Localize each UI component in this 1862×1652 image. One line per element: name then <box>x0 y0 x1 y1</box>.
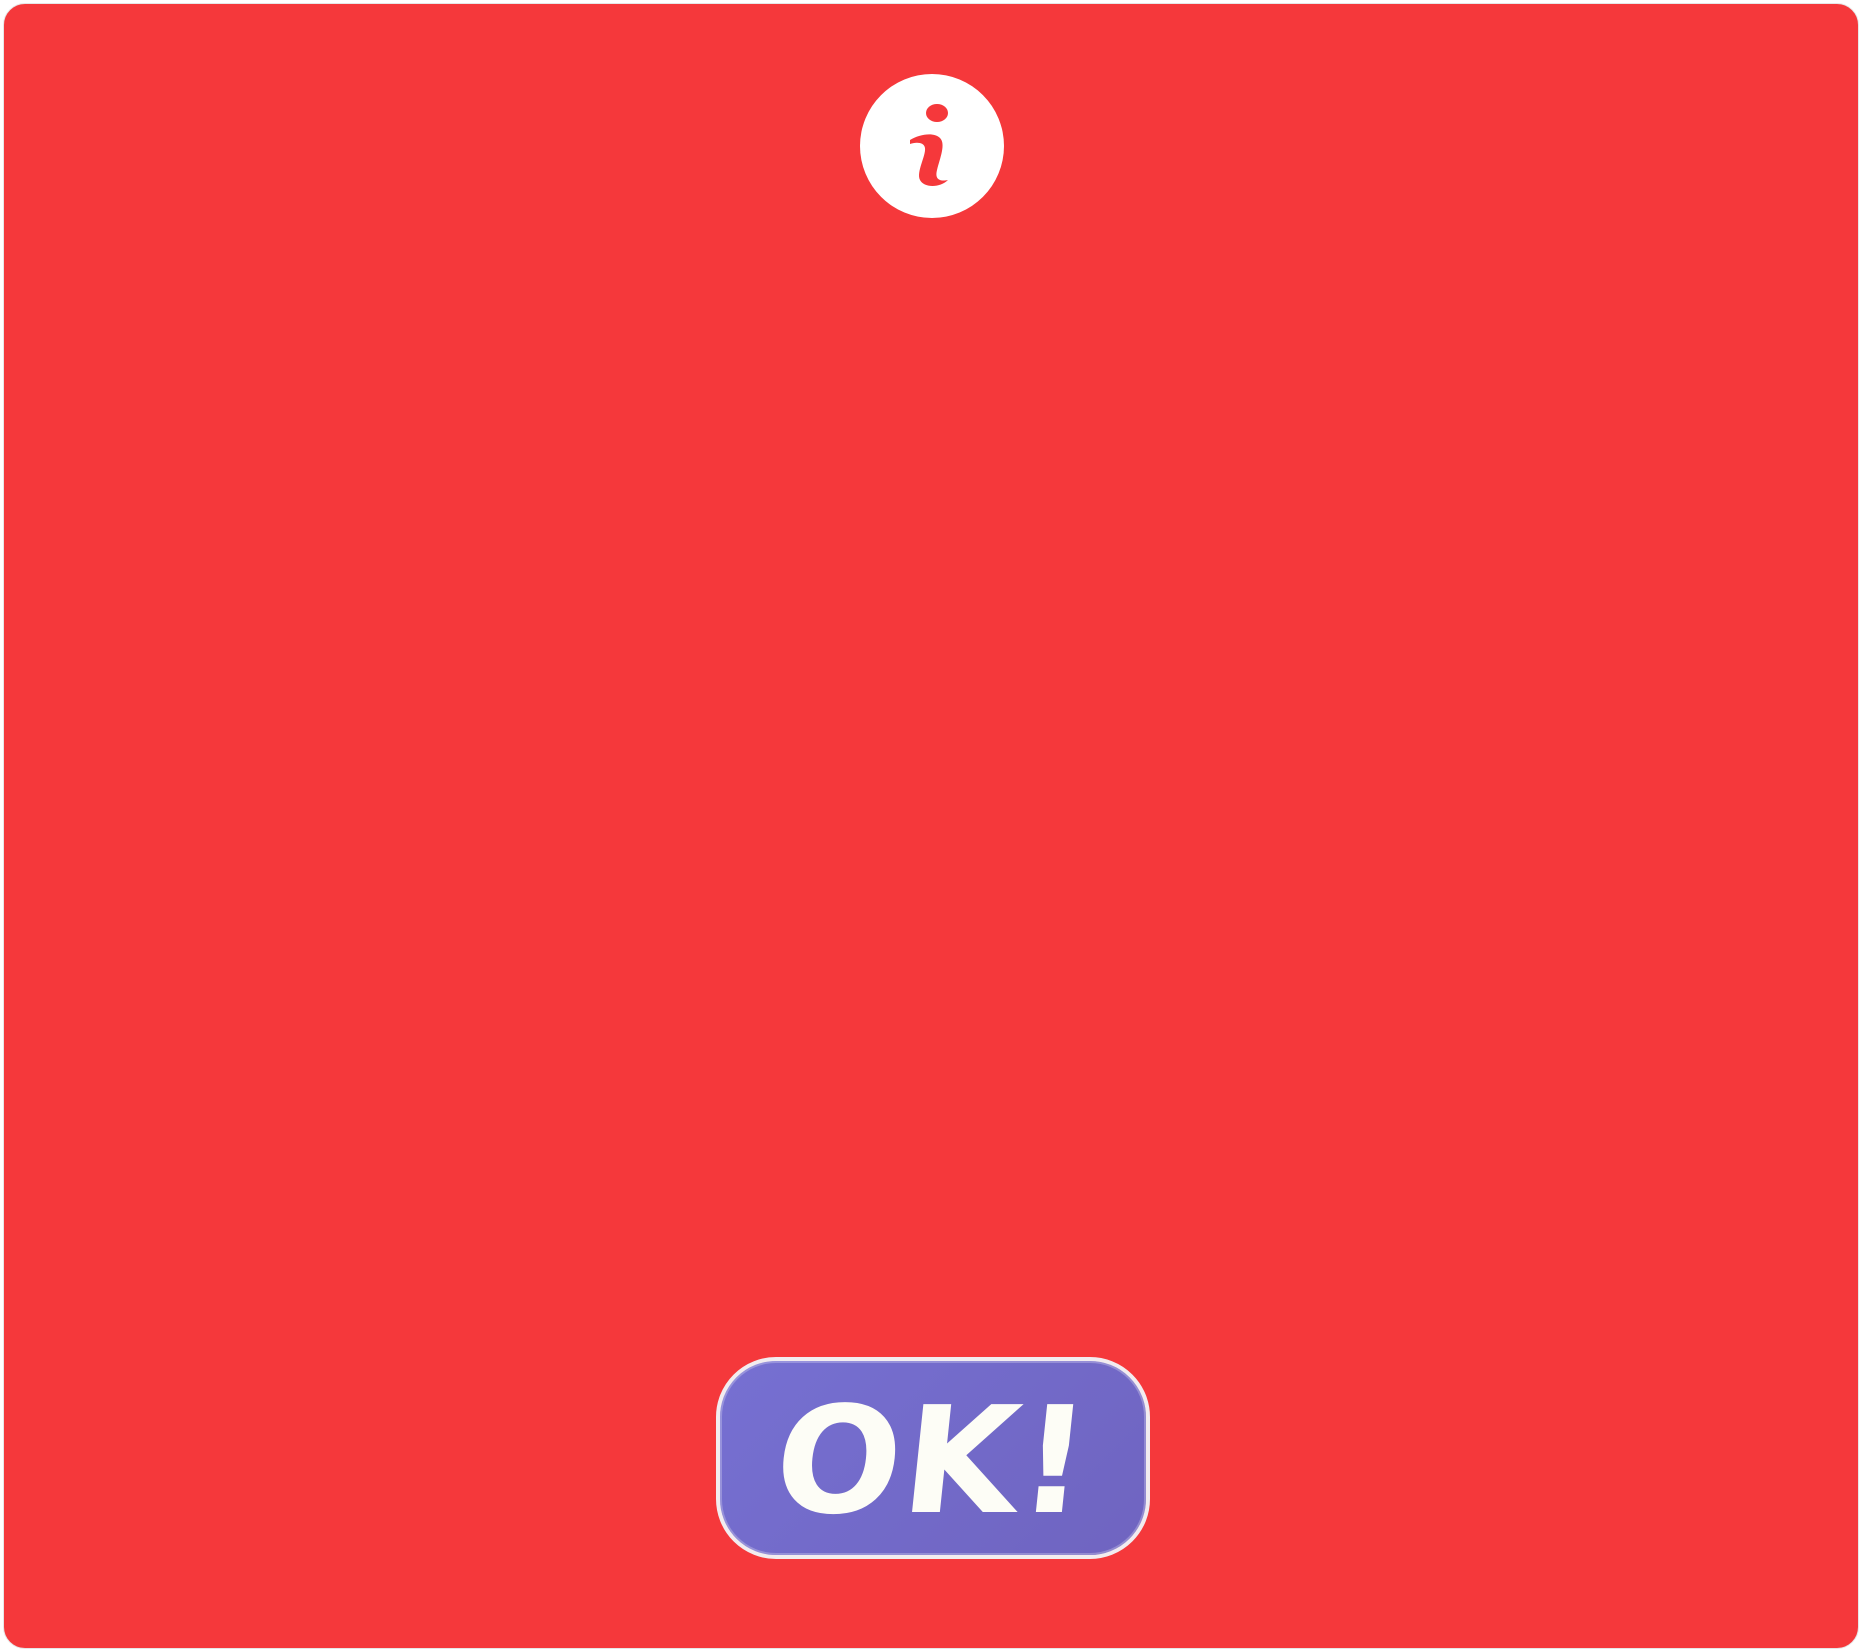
info-icon <box>860 74 1004 218</box>
ok-button[interactable]: OK! <box>716 1357 1150 1559</box>
ok-button-label: OK! <box>766 1375 1100 1547</box>
info-dialog: OK! <box>3 3 1859 1649</box>
